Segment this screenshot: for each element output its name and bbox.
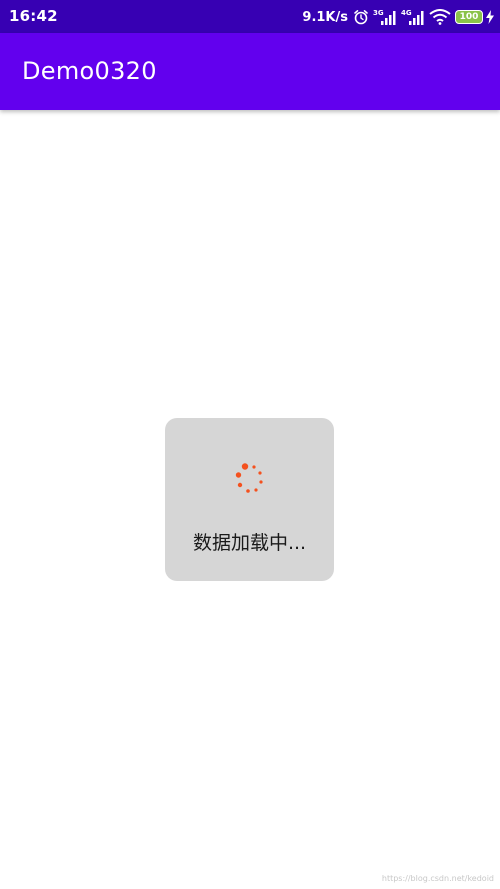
signal-3g-icon: 3G (373, 8, 397, 26)
status-bar: 16:42 9.1K/s 3G 4G 100 (0, 0, 500, 33)
alarm-icon (353, 9, 369, 25)
app-bar: Demo0320 (0, 33, 500, 110)
app-title: Demo0320 (22, 57, 157, 85)
screen: 16:42 9.1K/s 3G 4G 100 Demo0320 数据加载中...… (0, 0, 500, 889)
loading-dialog: 数据加载中... (165, 418, 334, 581)
watermark: https://blog.csdn.net/kedoid (381, 874, 494, 883)
battery-icon: 100 (455, 10, 483, 24)
signal-4g-label: 4G (401, 9, 412, 17)
status-time: 16:42 (9, 7, 58, 25)
network-speed: 9.1K/s (302, 9, 348, 25)
status-icons: 9.1K/s 3G 4G 100 (302, 6, 494, 28)
loading-spinner-icon (235, 463, 263, 493)
wifi-icon (429, 9, 451, 25)
battery-level: 100 (459, 11, 479, 22)
signal-4g-icon: 4G (401, 8, 425, 26)
signal-3g-label: 3G (373, 9, 384, 17)
charging-icon (486, 10, 494, 24)
loading-message: 数据加载中... (192, 532, 307, 554)
